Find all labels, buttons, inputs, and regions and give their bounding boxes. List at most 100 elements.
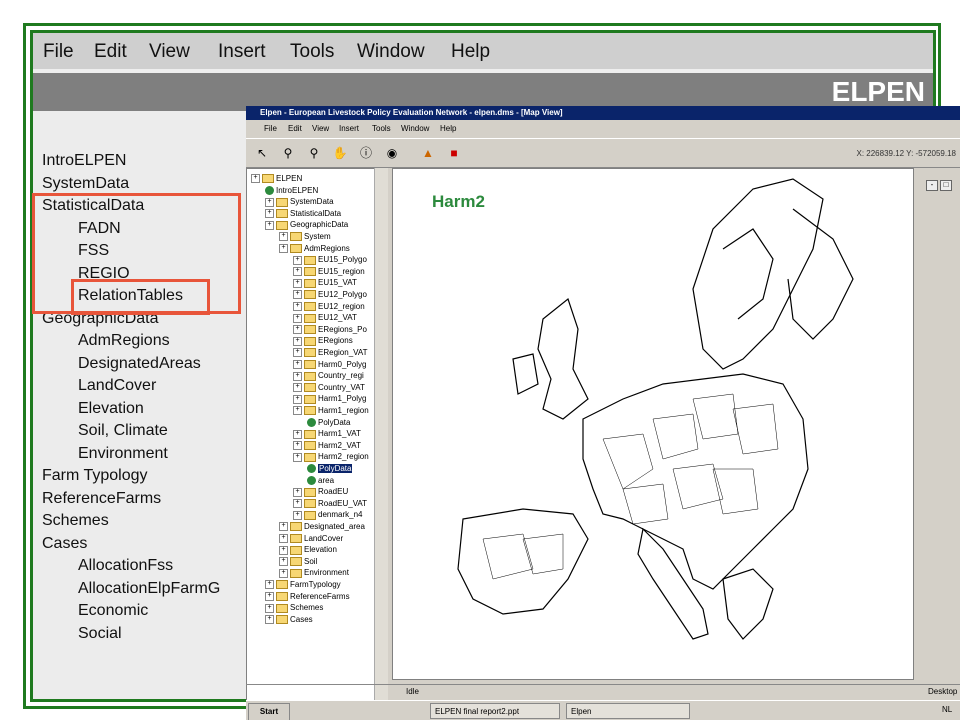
menu-view[interactable]: View [149, 41, 190, 63]
tree-scrollbar[interactable] [374, 168, 388, 714]
expand-toggle-icon[interactable]: + [293, 255, 302, 265]
tree-node[interactable]: + LandCover [279, 533, 343, 544]
expand-toggle-icon[interactable]: + [293, 267, 302, 277]
tree-node[interactable]: IntroELPEN [265, 185, 318, 196]
tree-node[interactable]: + Harm1_VAT [293, 428, 361, 439]
expand-toggle-icon[interactable]: + [293, 429, 302, 439]
tree-node[interactable]: + Harm0_Polyg [293, 359, 366, 370]
tree-node[interactable]: PolyData [307, 417, 350, 428]
tree-node[interactable]: + FarmTypology [265, 579, 341, 590]
restore-icon[interactable]: □ [940, 180, 952, 191]
expand-toggle-icon[interactable]: + [279, 545, 288, 555]
expand-toggle-icon[interactable]: + [279, 243, 288, 253]
expand-toggle-icon[interactable]: + [293, 359, 302, 369]
app-menu-tools[interactable]: Tools [372, 122, 391, 136]
tree-node[interactable]: + Soil [279, 556, 317, 567]
expand-toggle-icon[interactable]: + [265, 197, 274, 207]
tree-node[interactable]: + Designated_area [279, 521, 365, 532]
app-menu-help[interactable]: Help [440, 122, 456, 136]
menu-file[interactable]: File [43, 41, 74, 63]
expand-toggle-icon[interactable]: + [293, 371, 302, 381]
tree-node[interactable]: + GeographicData [265, 219, 348, 230]
menu-help[interactable]: Help [451, 41, 490, 63]
expand-toggle-icon[interactable]: + [279, 232, 288, 242]
app-menu-window[interactable]: Window [401, 122, 429, 136]
menu-window[interactable]: Window [357, 41, 425, 63]
info-icon[interactable]: ⓘ [358, 145, 374, 161]
stop-icon[interactable]: ■ [446, 145, 462, 161]
expand-toggle-icon[interactable]: + [279, 568, 288, 578]
tree-node[interactable]: + Country_regi [293, 370, 364, 381]
expand-toggle-icon[interactable]: + [293, 406, 302, 416]
tree-node[interactable]: + Cases [265, 614, 313, 625]
expand-toggle-icon[interactable]: + [293, 441, 302, 451]
tree-node[interactable]: + Harm1_Polyg [293, 393, 366, 404]
expand-toggle-icon[interactable]: + [279, 522, 288, 532]
menu-tools[interactable]: Tools [290, 41, 334, 63]
minimize-icon[interactable]: - [926, 180, 938, 191]
expand-toggle-icon[interactable]: + [293, 348, 302, 358]
tree-node[interactable]: + ELPEN [251, 173, 302, 184]
menu-insert[interactable]: Insert [218, 41, 266, 63]
menu-edit[interactable]: Edit [94, 41, 127, 63]
expand-toggle-icon[interactable]: + [265, 591, 274, 601]
expand-toggle-icon[interactable]: + [293, 487, 302, 497]
expand-toggle-icon[interactable]: + [293, 383, 302, 393]
tree-node[interactable]: + AdmRegions [279, 243, 350, 254]
tree-node[interactable]: + ERegion_VAT [293, 347, 368, 358]
tree-node[interactable]: + EU15_VAT [293, 277, 357, 288]
tree-node[interactable]: + EU12_region [293, 301, 365, 312]
zoom-in-icon[interactable]: ⚲ [280, 145, 296, 161]
taskbar-item-elpen[interactable]: Elpen [566, 703, 690, 719]
tree-node[interactable]: + StatisticalData [265, 208, 341, 219]
tree-node[interactable]: + System [279, 231, 331, 242]
run-icon[interactable]: ▲ [420, 145, 436, 161]
expand-toggle-icon[interactable]: + [293, 278, 302, 288]
app-menu-insert[interactable]: Insert [339, 122, 359, 136]
pointer-icon[interactable]: ↖ [254, 145, 270, 161]
expand-toggle-icon[interactable]: + [293, 452, 302, 462]
tree-node[interactable]: + EU15_region [293, 266, 365, 277]
tree-node[interactable]: + denmark_n4 [293, 509, 362, 520]
tree-node[interactable]: + Harm2_VAT [293, 440, 361, 451]
tree-node[interactable]: + RoadEU [293, 486, 348, 497]
expand-toggle-icon[interactable]: + [251, 174, 260, 184]
zoom-out-icon[interactable]: ⚲ [306, 145, 322, 161]
expand-toggle-icon[interactable]: + [293, 394, 302, 404]
tree-node[interactable]: + Harm2_region [293, 451, 369, 462]
expand-toggle-icon[interactable]: + [293, 510, 302, 520]
app-menu-edit[interactable]: Edit [288, 122, 302, 136]
expand-toggle-icon[interactable]: + [265, 209, 274, 219]
expand-toggle-icon[interactable]: + [293, 301, 302, 311]
tree-node[interactable]: + Environment [279, 567, 349, 578]
expand-toggle-icon[interactable]: + [293, 290, 302, 300]
globe-icon[interactable]: ◉ [384, 145, 400, 161]
expand-toggle-icon[interactable]: + [279, 533, 288, 543]
tree-node[interactable]: + SystemData [265, 196, 334, 207]
expand-toggle-icon[interactable]: + [293, 313, 302, 323]
tree-node[interactable]: + ERegions_Po [293, 324, 367, 335]
app-menu-file[interactable]: File [264, 122, 277, 136]
expand-toggle-icon[interactable]: + [293, 325, 302, 335]
map-view[interactable] [392, 168, 914, 680]
tree-node[interactable]: area [307, 475, 334, 486]
tree-node[interactable]: + RoadEU_VAT [293, 498, 367, 509]
expand-toggle-icon[interactable]: + [265, 615, 274, 625]
taskbar-item-ppt[interactable]: ELPEN final report2.ppt [430, 703, 560, 719]
tree-node[interactable]: + EU12_VAT [293, 312, 357, 323]
expand-toggle-icon[interactable]: + [293, 336, 302, 346]
tree-node[interactable]: + EU12_Polygo [293, 289, 367, 300]
tree-node[interactable]: + Elevation [279, 544, 337, 555]
pan-hand-icon[interactable]: ✋ [332, 145, 348, 161]
tree-node[interactable]: + Harm1_region [293, 405, 369, 416]
expand-toggle-icon[interactable]: + [265, 220, 274, 230]
app-menu-view[interactable]: View [312, 122, 329, 136]
tree-node[interactable]: + Schemes [265, 602, 323, 613]
expand-toggle-icon[interactable]: + [265, 603, 274, 613]
tree-node[interactable]: + ERegions [293, 335, 353, 346]
start-button[interactable]: Start [248, 703, 290, 720]
expand-toggle-icon[interactable]: + [279, 557, 288, 567]
tree-node[interactable]: PolyData [307, 463, 353, 474]
tree-node[interactable]: + EU15_Polygo [293, 254, 367, 265]
tree-node[interactable]: + Country_VAT [293, 382, 365, 393]
